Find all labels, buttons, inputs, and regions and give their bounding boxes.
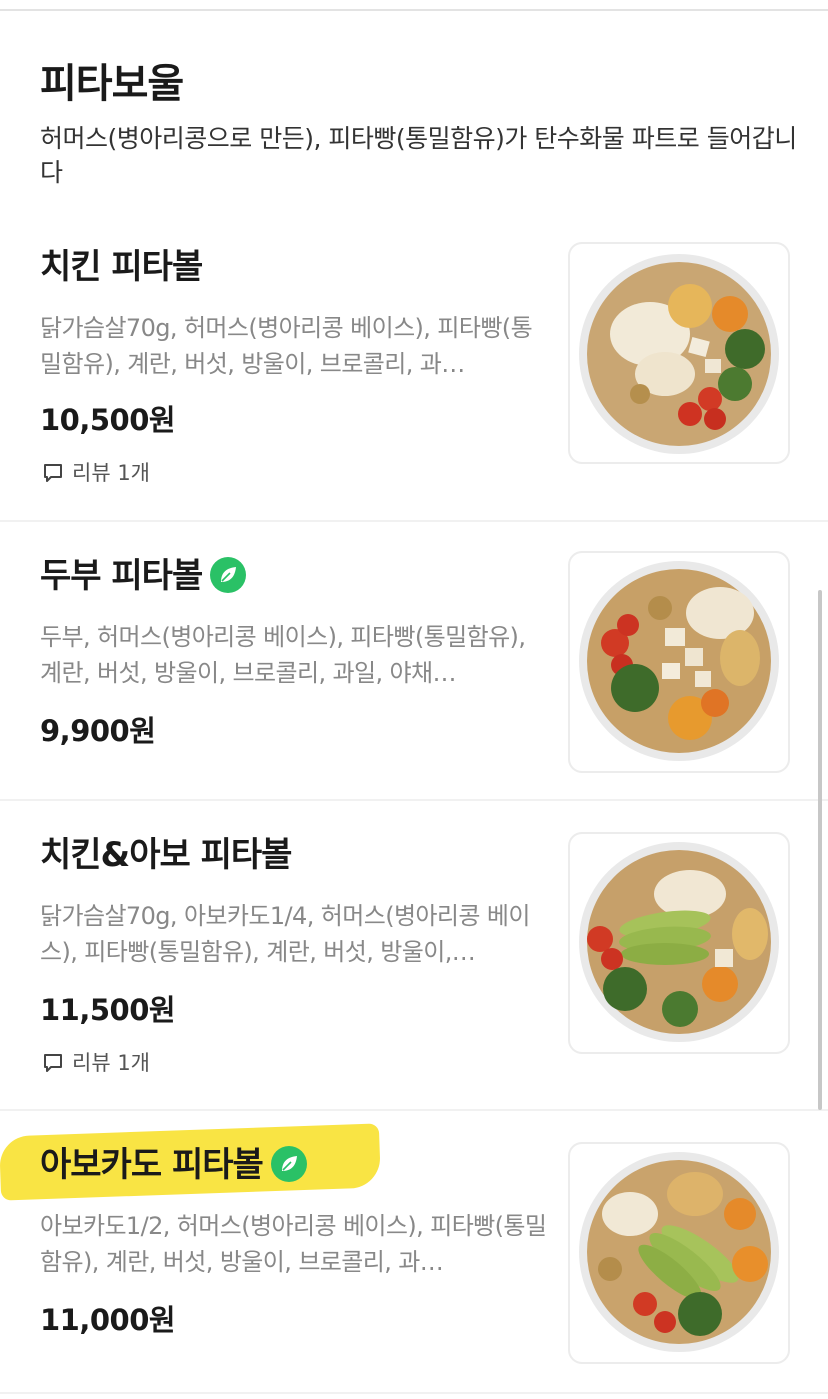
item-description: 아보카도1/2, 허머스(병아리콩 베이스), 피타빵(통밀함유), 계란, 버… (40, 1212, 547, 1276)
item-name: 두부 피타볼 (40, 553, 247, 599)
eco-badge (270, 1145, 307, 1182)
review-count[interactable]: 리뷰 1개 (42, 1048, 150, 1078)
salad-bowl-image (579, 1152, 779, 1352)
item-description: 닭가슴살70g, 아보카도1/4, 허머스(병아리콩 베이스), 피타빵(통밀함… (40, 902, 530, 966)
menu-item-avocado-pita-bowl[interactable]: 아보카도 피타볼 아보카도1/2, 허머스(병아리콩 베이스), 피타빵(통밀함… (0, 1110, 828, 1394)
leaf-icon (281, 1155, 297, 1171)
item-name: 아보카도 피타볼 (40, 1142, 307, 1188)
menu-item-chicken-pita-bowl[interactable]: 치킨 피타볼 닭가슴살70g, 허머스(병아리콩 베이스), 피타빵(통밀함유)… (0, 222, 828, 522)
eco-badge (210, 556, 247, 593)
item-price: 11,500원 (40, 993, 176, 1027)
item-price: 9,900원 (40, 714, 156, 748)
salad-bowl-image (579, 842, 779, 1042)
item-price: 11,000원 (40, 1303, 176, 1337)
salad-bowl-image (579, 561, 779, 761)
section-title: 피타보울 (40, 61, 184, 107)
scrollbar[interactable] (818, 590, 822, 1110)
review-count[interactable]: 리뷰 1개 (42, 458, 150, 488)
item-thumbnail[interactable] (568, 242, 790, 464)
item-thumbnail[interactable] (568, 1142, 790, 1364)
salad-bowl-image (579, 254, 779, 454)
review-label: 리뷰 1개 (72, 461, 150, 485)
item-price: 10,500원 (40, 403, 176, 437)
section-description: 허머스(병아리콩으로 만든), 피타빵(통밀함유)가 탄수화물 파트로 들어갑니… (40, 124, 797, 187)
section-header: 피타보울 허머스(병아리콩으로 만든), 피타빵(통밀함유)가 탄수화물 파트로… (40, 56, 800, 190)
item-name: 치킨 피타볼 (40, 247, 203, 287)
leaf-icon (221, 566, 237, 582)
menu-item-chicken-avocado-pita-bowl[interactable]: 치킨&아보 피타볼 닭가슴살70g, 아보카도1/4, 허머스(병아리콩 베이스… (0, 800, 828, 1111)
speech-bubble-icon (44, 1054, 62, 1072)
item-thumbnail[interactable] (568, 551, 790, 773)
review-label: 리뷰 1개 (72, 1051, 150, 1075)
item-name: 치킨&아보 피타볼 (40, 835, 292, 875)
top-divider (0, 0, 828, 11)
menu-item-tofu-pita-bowl[interactable]: 두부 피타볼 두부, 허머스(병아리콩 베이스), 피타빵(통밀함유), 계란,… (0, 521, 828, 801)
item-description: 두부, 허머스(병아리콩 베이스), 피타빵(통밀함유), 계란, 버섯, 방울… (40, 623, 526, 687)
speech-bubble-icon (44, 464, 62, 482)
item-thumbnail[interactable] (568, 832, 790, 1054)
item-description: 닭가슴살70g, 허머스(병아리콩 베이스), 피타빵(통밀함유), 계란, 버… (40, 314, 533, 378)
